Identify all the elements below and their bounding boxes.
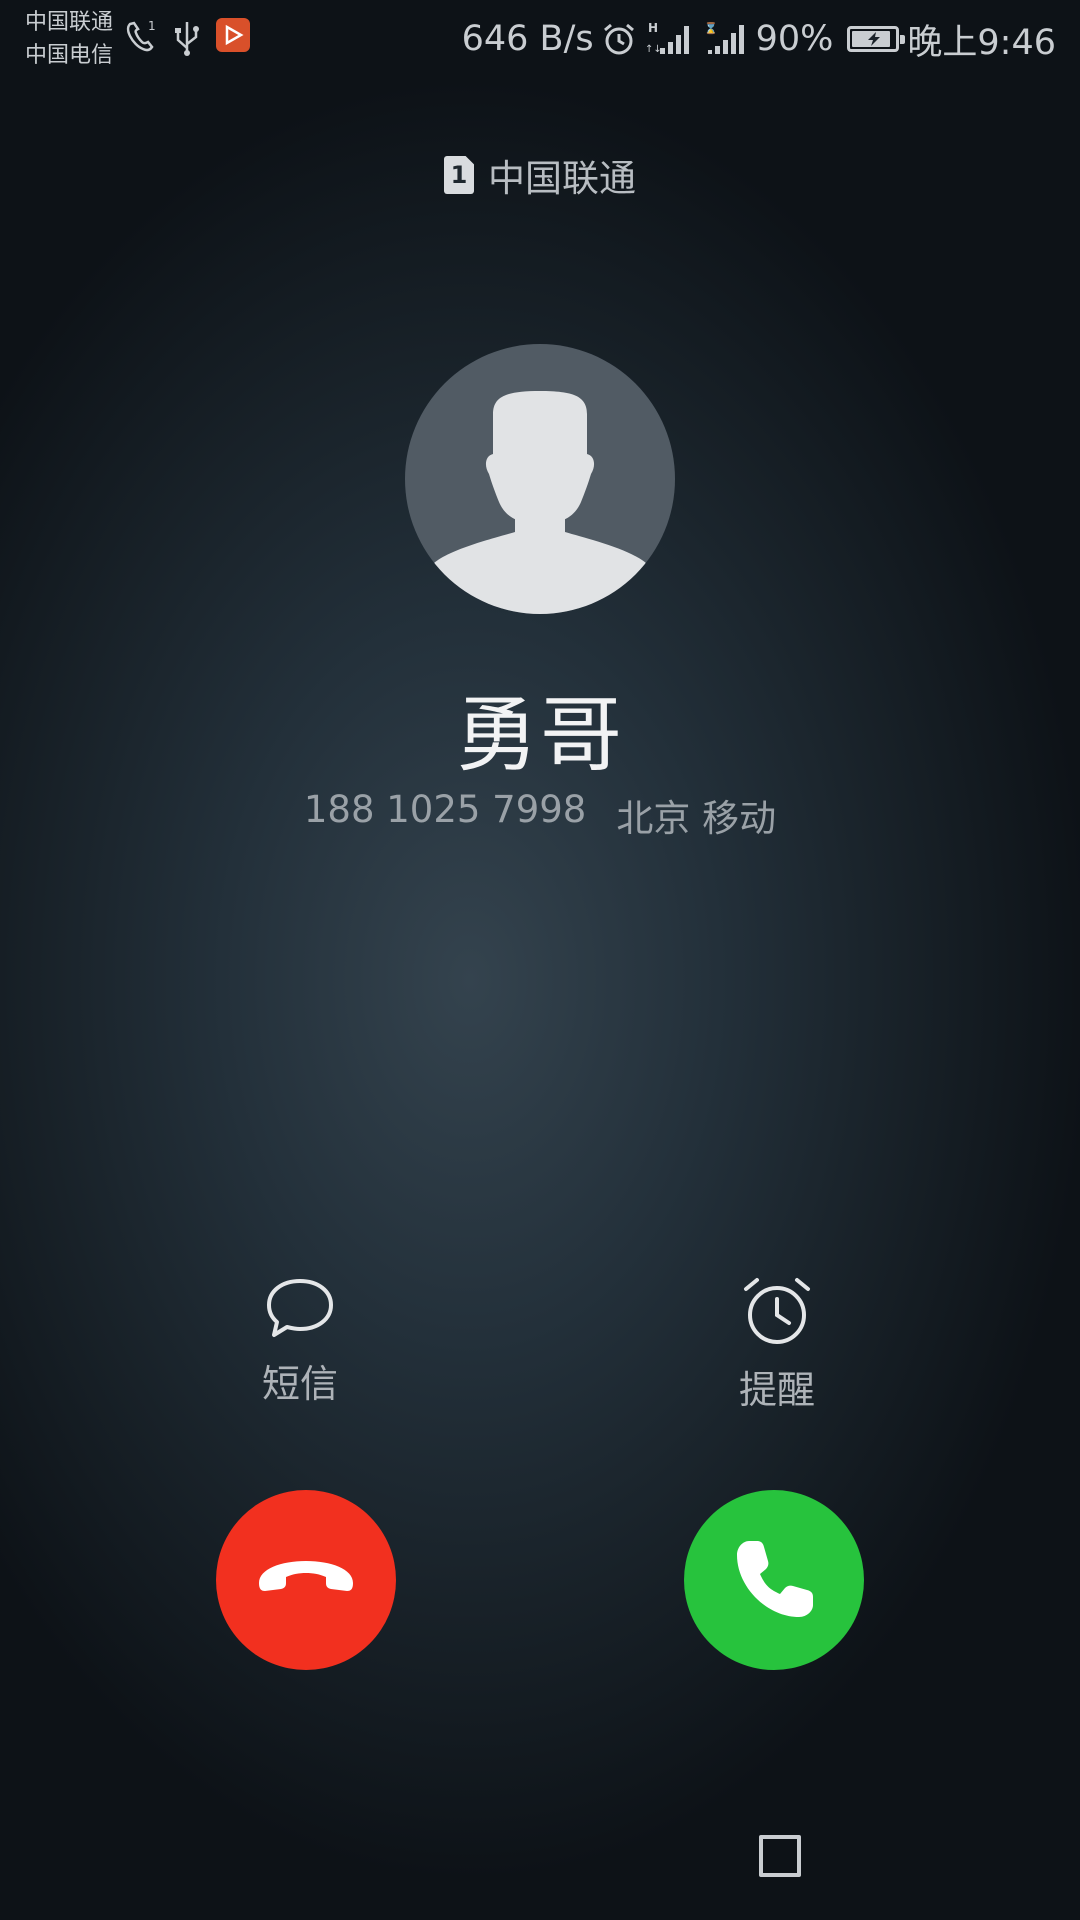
status-bar: 中国联通 中国电信 1 646 B/s H ↑↓ ⌛ 90% 晚上9:46 <box>0 0 1080 78</box>
message-action-label: 短信 <box>261 1362 338 1406</box>
sim-slot-number: 1 <box>450 161 468 189</box>
battery-icon <box>847 26 906 52</box>
signal-h-icon: H ↑↓ <box>645 21 689 55</box>
sim-carrier-name: 中国联通 <box>488 157 636 200</box>
message-action-button[interactable]: 短信 <box>220 1275 380 1408</box>
carrier-stack: 中国联通 中国电信 <box>25 6 113 72</box>
decline-call-button[interactable] <box>216 1490 396 1670</box>
carrier-1-label: 中国联通 <box>25 10 114 35</box>
caller-location: 北京 移动 <box>616 797 777 840</box>
charging-bolt-icon <box>868 32 881 46</box>
phone-answer-icon <box>737 1541 813 1617</box>
usb-icon <box>175 22 199 56</box>
carrier-2-label: 中国电信 <box>25 43 114 68</box>
chat-bubble-icon <box>267 1279 333 1337</box>
answer-call-button[interactable] <box>684 1490 864 1670</box>
battery-percent: 90% <box>755 19 834 59</box>
clock-time: 晚上9:46 <box>907 22 1056 63</box>
default-person-avatar-icon <box>427 391 653 614</box>
phone-call-icon: 1 <box>126 19 156 52</box>
svg-text:⌛: ⌛ <box>704 22 718 35</box>
alarm-icon <box>603 23 634 55</box>
svg-text:↑↓: ↑↓ <box>645 44 662 55</box>
network-speed: 646 B/s <box>461 19 594 59</box>
caller-avatar <box>405 344 675 614</box>
sim-carrier-row: 1 中国联通 <box>0 148 1080 202</box>
app-notification-icon <box>216 18 250 52</box>
caller-info: 188 1025 7998 北京 移动 <box>0 788 1080 842</box>
alarm-clock-icon <box>744 1278 810 1344</box>
status-right-group: 646 B/s H ↑↓ ⌛ 90% 晚上9:46 <box>462 0 1056 78</box>
signal-bars-icon: ⌛ <box>704 22 744 54</box>
remind-action-label: 提醒 <box>738 1368 815 1412</box>
svg-text:H: H <box>648 21 658 35</box>
square-recents-icon[interactable] <box>759 1835 801 1877</box>
sim-card-icon: 1 <box>444 156 474 194</box>
caller-number: 188 1025 7998 <box>303 788 587 831</box>
incoming-call-screen: 中国联通 中国电信 1 646 B/s H ↑↓ ⌛ 90% 晚上9:46 1 … <box>0 0 1080 1920</box>
svg-text:1: 1 <box>148 19 156 33</box>
caller-name: 勇哥 <box>455 688 624 783</box>
remind-action-button[interactable]: 提醒 <box>697 1275 857 1414</box>
hang-up-icon <box>259 1561 353 1591</box>
